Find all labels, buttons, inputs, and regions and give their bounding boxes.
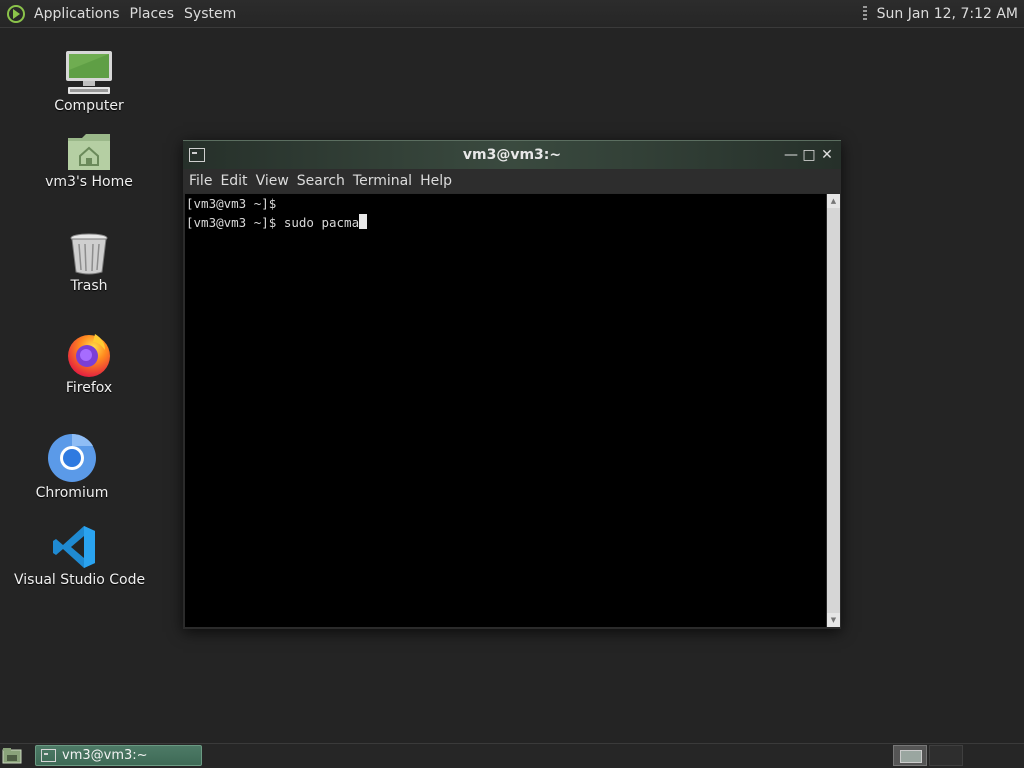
menu-view[interactable]: View [252, 173, 293, 189]
vscode-icon [53, 526, 95, 568]
terminal-icon [41, 749, 56, 762]
terminal-menubar: File Edit View Search Terminal Help [183, 169, 841, 193]
desktop-icon-vscode[interactable]: Visual Studio Code [14, 524, 146, 588]
chromium-icon [48, 433, 96, 482]
close-button[interactable]: ✕ [819, 147, 835, 163]
scroll-up-arrow-icon[interactable]: ▲ [827, 194, 840, 208]
terminal-scrollbar[interactable]: ▲ ▼ [827, 194, 840, 627]
maximize-button[interactable]: □ [801, 147, 817, 163]
desktop-icon-label: Chromium [35, 485, 109, 501]
desktop-icon-label: Computer [54, 98, 124, 114]
scroll-down-arrow-icon[interactable]: ▼ [827, 613, 840, 627]
menu-search[interactable]: Search [293, 173, 349, 189]
menu-terminal[interactable]: Terminal [349, 173, 416, 189]
mate-logo-icon[interactable] [6, 4, 26, 24]
clock[interactable]: Sun Jan 12, 7:12 AM [877, 6, 1018, 22]
menu-help[interactable]: Help [416, 173, 456, 189]
desktop-icon-label: vm3's Home [45, 174, 133, 190]
terminal-icon[interactable] [189, 148, 205, 162]
menu-edit[interactable]: Edit [216, 173, 251, 189]
menu-file[interactable]: File [185, 173, 216, 189]
window-titlebar[interactable]: vm3@vm3:~ — □ ✕ [183, 140, 841, 169]
desktop-icon-label: Firefox [65, 380, 113, 396]
minimize-button[interactable]: — [783, 147, 799, 163]
terminal-line: [vm3@vm3 ~]$ [186, 196, 277, 211]
desktop-icon-label: Trash [70, 278, 108, 294]
desktop-icon-trash[interactable]: Trash [46, 232, 132, 294]
computer-icon [66, 51, 112, 94]
terminal-command: [vm3@vm3 ~]$ sudo pacma [186, 215, 360, 230]
taskbar-button-label: vm3@vm3:~ [62, 748, 148, 763]
terminal-window[interactable]: vm3@vm3:~ — □ ✕ File Edit View Search Te… [183, 140, 841, 629]
workspace-window-thumbnail [900, 750, 922, 763]
show-desktop-icon[interactable] [2, 747, 24, 765]
home-folder-icon [68, 134, 110, 170]
workspace-1-button[interactable] [893, 745, 927, 766]
desktop-icon-firefox[interactable]: Firefox [46, 330, 132, 396]
desktop-icon-chromium[interactable]: Chromium [29, 433, 115, 501]
window-title: vm3@vm3:~ [462, 147, 562, 163]
places-menu[interactable]: Places [126, 6, 181, 22]
terminal-input-line[interactable]: [vm3@vm3 ~]$ sudo pacma [185, 213, 826, 232]
taskbar-terminal-button[interactable]: vm3@vm3:~ [35, 745, 202, 766]
bottom-panel: vm3@vm3:~ [0, 743, 1024, 768]
top-panel: Applications Places System Sun Jan 12, 7… [0, 0, 1024, 28]
trash-icon [70, 233, 108, 275]
firefox-icon [68, 334, 110, 377]
terminal-output[interactable]: [vm3@vm3 ~]$ [vm3@vm3 ~]$ sudo pacma [185, 194, 826, 627]
system-menu[interactable]: System [180, 6, 242, 22]
window-controls: — □ ✕ [783, 147, 835, 163]
desktop-icon-label: Visual Studio Code [14, 572, 146, 588]
desktop-icon-home[interactable]: vm3's Home [41, 132, 137, 190]
applications-menu[interactable]: Applications [30, 6, 126, 22]
desktop-icon-computer[interactable]: Computer [46, 50, 132, 114]
text-cursor [359, 214, 368, 229]
panel-grip-handle[interactable] [862, 5, 867, 22]
workspace-2-button[interactable] [929, 745, 963, 766]
